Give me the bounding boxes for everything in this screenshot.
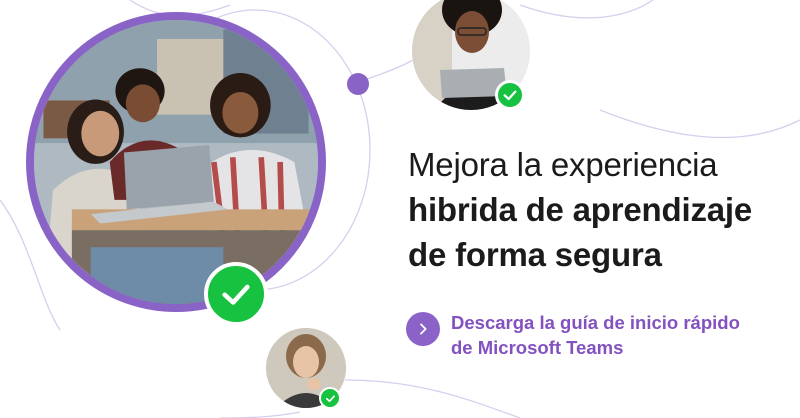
- decor-dot: [347, 73, 369, 95]
- cta-line-1[interactable]: Descarga la guía de inicio rápido: [451, 310, 740, 335]
- checkmark-badge-medium: [495, 80, 525, 110]
- headline-line-2: hibrida de aprendizaje: [408, 191, 753, 228]
- checkmark-icon: [503, 90, 517, 101]
- cta-text[interactable]: Descarga la guía de inicio rápido de Mic…: [451, 310, 740, 360]
- download-guide-link[interactable]: Descarga la guía de inicio rápido de Mic…: [406, 310, 740, 360]
- checkmark-icon: [222, 284, 250, 305]
- checkmark-badge-large: [204, 262, 268, 326]
- headline: Mejora la experiencia hibrida de aprendi…: [408, 142, 788, 277]
- checkmark-badge-small: [319, 387, 341, 409]
- students-photo: [26, 12, 326, 312]
- chevron-right-icon[interactable]: [406, 312, 440, 346]
- headline-line-3: de forma segura: [408, 236, 662, 273]
- checkmark-icon: [325, 394, 335, 402]
- banner: Mejora la experiencia hibrida de aprendi…: [0, 0, 800, 418]
- cta-line-2[interactable]: de Microsoft Teams: [451, 335, 740, 360]
- headline-line-1: Mejora la experiencia: [408, 146, 718, 183]
